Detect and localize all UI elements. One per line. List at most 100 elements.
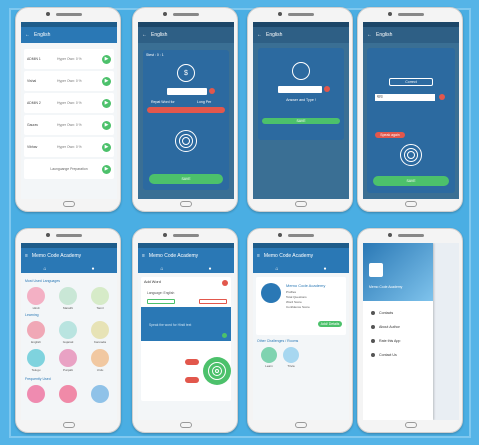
- menu-contacts[interactable]: Contacts: [371, 311, 393, 315]
- profile-screen: ≡ Memo Code Academy ⌂ ● Memo Code Academy …: [253, 243, 349, 420]
- language-circle[interactable]: [27, 287, 45, 305]
- language-circle[interactable]: [91, 349, 109, 367]
- dialog-screen-3: ← English Correct गाय Speak again SAVE: [363, 22, 459, 199]
- list-item[interactable]: ADMIN 1 Hyper Own: 0 % ▶: [24, 49, 114, 69]
- home-button[interactable]: [180, 422, 192, 428]
- people-icon[interactable]: ●: [323, 266, 326, 272]
- home-icon[interactable]: ⌂: [43, 266, 46, 272]
- home-button[interactable]: [295, 201, 307, 207]
- list-item[interactable]: Launguange Preparation ▶: [24, 159, 114, 179]
- people-icon[interactable]: ●: [208, 266, 211, 272]
- list-item[interactable]: Vishal Hyper Own: 0 % ▶: [24, 71, 114, 91]
- fingerprint-icon[interactable]: [175, 130, 197, 152]
- play-icon[interactable]: ▶: [102, 120, 111, 130]
- play-icon[interactable]: ▶: [102, 142, 111, 152]
- answer-input[interactable]: [278, 86, 322, 93]
- fingerprint-icon[interactable]: [400, 144, 422, 166]
- fingerprint-icon: [208, 362, 226, 380]
- delete-button[interactable]: [185, 359, 199, 365]
- drawer-header: Memo Code Academy: [363, 243, 433, 301]
- arrow-left-icon[interactable]: ←: [142, 32, 147, 38]
- add-word-panel: Add Word Language: English Speak the wor…: [141, 277, 231, 401]
- list-item[interactable]: Vibhav Hyper Own: 0 % ▶: [24, 137, 114, 157]
- list-item[interactable]: ADMIN 2 Hyper Own: 0 % ▶: [24, 93, 114, 113]
- phone-7: ≡ Memo Code Academy ⌂ ● Memo Code Academy …: [247, 228, 353, 433]
- speech-strip: Speak the word for Hindi text: [141, 307, 231, 341]
- menu-contact-us[interactable]: Contact Us: [371, 353, 397, 357]
- record-button[interactable]: [147, 107, 225, 113]
- home-button[interactable]: [405, 422, 417, 428]
- room-circle[interactable]: [283, 347, 299, 363]
- menu-icon[interactable]: ≡: [257, 253, 260, 259]
- drawer-screen: Memo Code Academy Contacts About Author …: [363, 243, 459, 420]
- option-button[interactable]: [147, 299, 175, 304]
- phone-2: ← English Stest : 0 : 1 $ Repat Word for …: [132, 7, 238, 212]
- dialog-screen-2: ← English Answer and Type ! SAVE: [253, 22, 349, 199]
- mic-icon[interactable]: [222, 333, 227, 338]
- page-title: English: [34, 32, 51, 38]
- language-list-screen: ← English ADMIN 1 Hyper Own: 0 % ▶ Vishal H…: [21, 22, 117, 199]
- cancel-button[interactable]: [185, 377, 199, 383]
- save-button[interactable]: SAVE: [262, 118, 340, 124]
- arrow-left-icon[interactable]: ←: [257, 32, 262, 38]
- language-circle[interactable]: [91, 321, 109, 339]
- add-details-button[interactable]: Add/ Details: [318, 321, 342, 327]
- home-icon[interactable]: ⌂: [160, 266, 163, 272]
- save-button[interactable]: SAVE: [149, 174, 223, 184]
- mail-icon: [371, 353, 375, 357]
- dollar-icon: $: [177, 64, 195, 82]
- room-circle[interactable]: [261, 347, 277, 363]
- menu-icon[interactable]: ≡: [25, 253, 28, 259]
- play-icon[interactable]: ▶: [102, 76, 111, 86]
- nav-drawer: Memo Code Academy Contacts About Author …: [363, 243, 433, 420]
- add-word-screen: ≡ Memo Code Academy ⌂ ● Add Word Language:…: [138, 243, 234, 420]
- home-screen: ≡ Memo Code Academy ⌂ ● Most Used Language…: [21, 243, 117, 420]
- close-icon[interactable]: [222, 280, 228, 286]
- language-circle[interactable]: [59, 287, 77, 305]
- language-circle[interactable]: [91, 385, 109, 403]
- save-button[interactable]: SAVE: [373, 176, 449, 186]
- contacts-icon: [371, 311, 375, 315]
- app-logo: [369, 263, 383, 277]
- arrow-left-icon[interactable]: ←: [25, 32, 30, 38]
- phone-6: ≡ Memo Code Academy ⌂ ● Add Word Language:…: [132, 228, 238, 433]
- language-circle[interactable]: [59, 321, 77, 339]
- home-button[interactable]: [180, 201, 192, 207]
- phone-4: ← English Correct गाय Speak again SAVE: [357, 7, 463, 212]
- language-circle[interactable]: [27, 385, 45, 403]
- play-icon[interactable]: ▶: [102, 54, 111, 64]
- language-circle[interactable]: [27, 349, 45, 367]
- menu-icon[interactable]: ≡: [142, 253, 145, 259]
- play-icon[interactable]: ▶: [102, 164, 111, 174]
- answer-input[interactable]: [167, 88, 207, 95]
- star-icon: [371, 339, 375, 343]
- menu-rate[interactable]: Rate this App: [371, 339, 400, 343]
- profile-card: Memo Code Academy Profiles Total Questio…: [256, 277, 346, 335]
- clear-icon[interactable]: [324, 86, 330, 92]
- phone-8: Memo Code Academy Contacts About Author …: [357, 228, 463, 433]
- home-button[interactable]: [63, 201, 75, 207]
- menu-about[interactable]: About Author: [371, 325, 400, 329]
- home-button[interactable]: [295, 422, 307, 428]
- home-icon[interactable]: ⌂: [275, 266, 278, 272]
- phone-5: ≡ Memo Code Academy ⌂ ● Most Used Language…: [15, 228, 121, 433]
- language-circle[interactable]: [27, 321, 45, 339]
- play-icon[interactable]: ▶: [102, 98, 111, 108]
- home-button[interactable]: [405, 201, 417, 207]
- clear-icon[interactable]: [439, 94, 445, 100]
- list-item[interactable]: Gaurav Hyper Own: 0 % ▶: [24, 115, 114, 135]
- option-button[interactable]: [199, 299, 227, 304]
- home-button[interactable]: [63, 422, 75, 428]
- speak-again-button[interactable]: Speak again: [375, 132, 405, 138]
- arrow-left-icon[interactable]: ←: [367, 32, 372, 38]
- language-circle[interactable]: [59, 385, 77, 403]
- answer-field[interactable]: गाय: [375, 94, 435, 101]
- language-circle[interactable]: [59, 349, 77, 367]
- input-dialog: Answer and Type ! SAVE: [258, 48, 344, 140]
- language-circle[interactable]: [91, 287, 109, 305]
- input-dialog: Stest : 0 : 1 $ Repat Word for Long Per …: [143, 50, 229, 190]
- dialog-screen-1: ← English Stest : 0 : 1 $ Repat Word for …: [138, 22, 234, 199]
- clear-icon[interactable]: [209, 88, 215, 94]
- people-icon[interactable]: ●: [91, 266, 94, 272]
- avatar-icon: [292, 62, 310, 80]
